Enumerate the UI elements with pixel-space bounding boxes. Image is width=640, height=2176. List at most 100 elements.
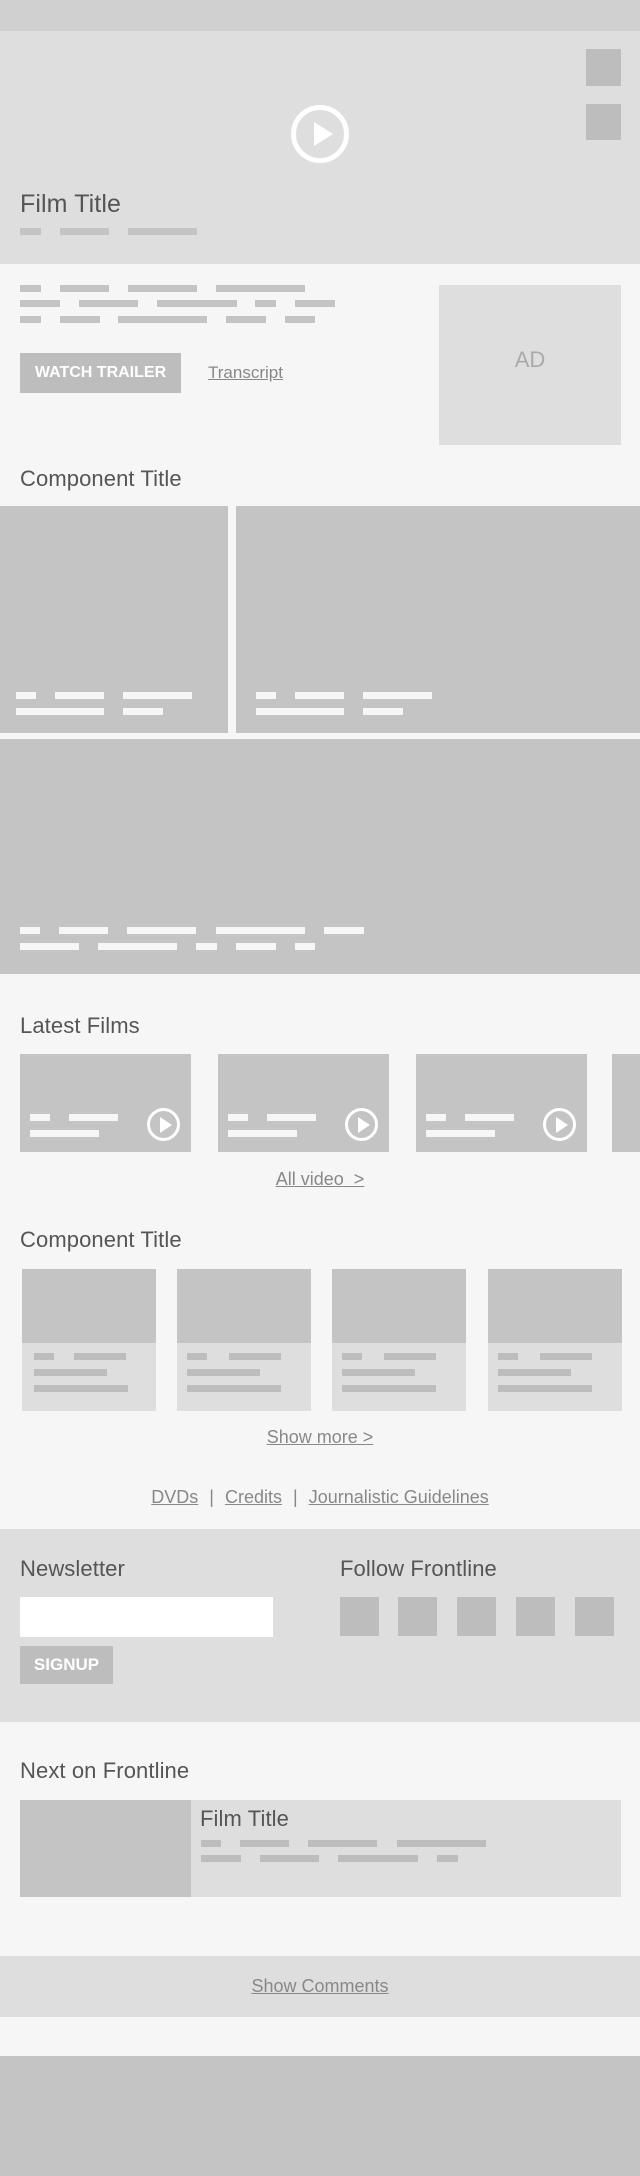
social-icon[interactable] <box>340 1597 379 1636</box>
text-placeholder <box>16 692 36 699</box>
social-icon[interactable] <box>575 1597 614 1636</box>
text-placeholder <box>127 927 196 934</box>
hero-film-title: Film Title <box>20 190 121 218</box>
dvds-link[interactable]: DVDs <box>151 1487 198 1507</box>
film-thumbnail[interactable] <box>20 1054 191 1152</box>
text-placeholder <box>201 1840 221 1847</box>
page-footer <box>0 2056 640 2176</box>
watch-trailer-button[interactable]: WATCH TRAILER <box>20 353 181 393</box>
text-placeholder <box>226 316 266 323</box>
social-icon[interactable] <box>398 1597 437 1636</box>
transcript-link[interactable]: Transcript <box>208 363 283 383</box>
email-field[interactable] <box>20 1597 273 1637</box>
text-placeholder <box>236 943 276 950</box>
footer-links: DVDs | Credits | Journalistic Guidelines <box>0 1487 640 1508</box>
text-placeholder <box>465 1114 514 1121</box>
play-icon[interactable] <box>345 1108 378 1141</box>
content-card[interactable] <box>22 1269 156 1411</box>
share-icon[interactable] <box>586 49 621 86</box>
text-placeholder <box>123 708 163 715</box>
component-title: Component Title <box>20 466 182 491</box>
signup-button[interactable]: SIGNUP <box>20 1646 113 1684</box>
text-placeholder <box>324 927 364 934</box>
play-icon[interactable] <box>291 105 349 163</box>
text-placeholder <box>20 316 41 323</box>
next-film-card[interactable]: Film Title <box>20 1800 621 1897</box>
text-placeholder <box>59 927 108 934</box>
text-placeholder <box>228 1130 297 1137</box>
play-icon[interactable] <box>543 1108 576 1141</box>
separator: | <box>292 1487 298 1507</box>
hero-meta-text <box>60 228 109 235</box>
text-placeholder <box>397 1840 486 1847</box>
text-placeholder <box>16 708 104 715</box>
show-more-link[interactable]: Show more > <box>0 1427 640 1448</box>
text-placeholder <box>34 1369 107 1376</box>
text-placeholder <box>20 285 41 292</box>
text-placeholder <box>60 316 100 323</box>
text-placeholder <box>338 1855 418 1862</box>
text-placeholder <box>187 1385 281 1392</box>
text-placeholder <box>498 1385 592 1392</box>
text-placeholder <box>384 1353 436 1360</box>
text-placeholder <box>295 943 315 950</box>
feature-card[interactable] <box>236 506 640 733</box>
text-placeholder <box>240 1840 289 1847</box>
follow-title: Follow Frontline <box>340 1556 497 1581</box>
text-placeholder <box>20 300 60 307</box>
film-thumbnail[interactable] <box>218 1054 389 1152</box>
text-placeholder <box>267 1114 316 1121</box>
bookmark-icon[interactable] <box>586 104 621 140</box>
journalistic-guidelines-link[interactable]: Journalistic Guidelines <box>309 1487 489 1507</box>
text-placeholder <box>196 943 217 950</box>
text-placeholder <box>255 300 276 307</box>
social-icon[interactable] <box>516 1597 555 1636</box>
text-placeholder <box>69 1114 118 1121</box>
text-placeholder <box>308 1840 377 1847</box>
text-placeholder <box>437 1855 458 1862</box>
credits-link[interactable]: Credits <box>225 1487 282 1507</box>
text-placeholder <box>363 708 403 715</box>
film-thumbnail[interactable] <box>416 1054 587 1152</box>
component-title: Component Title <box>20 1227 182 1252</box>
text-placeholder <box>216 927 305 934</box>
feature-card-wide[interactable] <box>0 739 640 974</box>
newsletter-title: Newsletter <box>20 1556 125 1581</box>
text-placeholder <box>342 1369 415 1376</box>
text-placeholder <box>55 692 104 699</box>
text-placeholder <box>260 1855 319 1862</box>
text-placeholder <box>60 285 109 292</box>
content-card[interactable] <box>177 1269 311 1411</box>
text-placeholder <box>20 943 79 950</box>
text-placeholder <box>426 1114 446 1121</box>
text-placeholder <box>79 300 138 307</box>
content-card[interactable] <box>332 1269 466 1411</box>
text-placeholder <box>228 1114 248 1121</box>
text-placeholder <box>498 1353 518 1360</box>
text-placeholder <box>157 300 237 307</box>
next-film-thumbnail <box>20 1800 191 1897</box>
next-title: Next on Frontline <box>20 1758 190 1783</box>
text-placeholder <box>34 1353 54 1360</box>
text-placeholder <box>342 1385 436 1392</box>
content-card[interactable] <box>488 1269 622 1411</box>
text-placeholder <box>123 692 192 699</box>
separator: | <box>209 1487 214 1507</box>
text-placeholder <box>34 1385 128 1392</box>
ad-slot[interactable]: AD <box>439 285 621 445</box>
text-placeholder <box>342 1353 362 1360</box>
text-placeholder <box>256 708 344 715</box>
social-icon[interactable] <box>457 1597 496 1636</box>
show-comments-button[interactable]: Show Comments <box>0 1956 640 2017</box>
film-thumbnail-partial[interactable] <box>612 1054 640 1152</box>
text-placeholder <box>128 285 197 292</box>
play-icon[interactable] <box>147 1108 180 1141</box>
feature-card[interactable] <box>0 506 228 733</box>
text-placeholder <box>229 1353 281 1360</box>
text-placeholder <box>30 1114 50 1121</box>
all-video-link[interactable]: All video > <box>0 1169 640 1190</box>
text-placeholder <box>98 943 177 950</box>
next-film-title: Film Title <box>200 1806 289 1831</box>
text-placeholder <box>256 692 276 699</box>
text-placeholder <box>74 1353 126 1360</box>
